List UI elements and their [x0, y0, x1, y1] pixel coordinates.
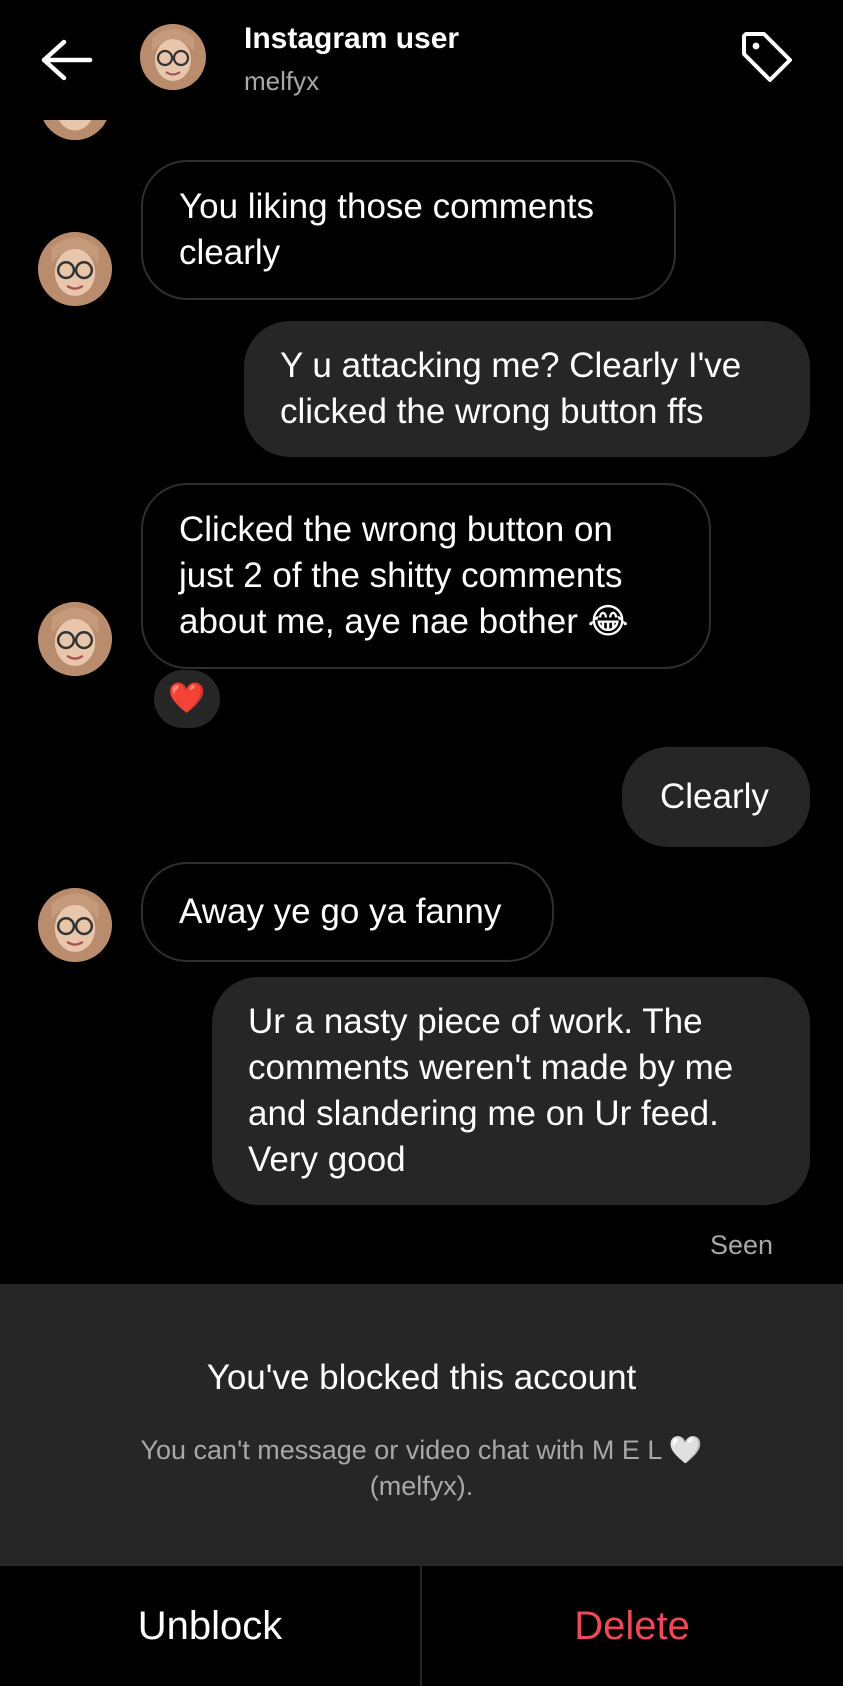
blocked-notice: You've blocked this account You can't me…	[0, 1284, 843, 1566]
username[interactable]: melfyx	[244, 66, 319, 97]
chat-header: Instagram user melfyx	[0, 0, 843, 120]
tag-icon[interactable]	[736, 26, 798, 88]
back-arrow-icon[interactable]	[36, 32, 96, 88]
message-bubble-incoming[interactable]: You liking those comments clearly	[141, 160, 676, 300]
message-bubble-incoming[interactable]: Clicked the wrong button on just 2 of th…	[141, 483, 711, 669]
message-bubble-outgoing[interactable]: Y u attacking me? Clearly I've clicked t…	[244, 321, 810, 457]
reaction-emoji: ❤️	[168, 682, 206, 715]
blocked-title: You've blocked this account	[206, 1358, 637, 1397]
seen-status: Seen	[709, 1230, 773, 1260]
avatar[interactable]	[38, 232, 112, 306]
blocked-description: You can't message or video chat with M E…	[140, 1435, 703, 1501]
message-bubble-outgoing[interactable]: Ur a nasty piece of work. The comments w…	[212, 977, 810, 1205]
message-bubble-outgoing[interactable]: Clearly	[622, 747, 810, 847]
unblock-button[interactable]: Unblock	[0, 1566, 420, 1686]
page-title[interactable]: Instagram user	[244, 22, 459, 56]
avatar[interactable]	[38, 888, 112, 962]
delete-button[interactable]: Delete	[422, 1566, 842, 1686]
heart-reaction-icon[interactable]: ❤️	[154, 670, 220, 728]
avatar[interactable]	[38, 602, 112, 676]
avatar[interactable]	[140, 24, 206, 90]
message-bubble-incoming[interactable]: Away ye go ya fanny	[141, 862, 554, 962]
action-bar: Unblock Delete	[0, 1566, 843, 1686]
